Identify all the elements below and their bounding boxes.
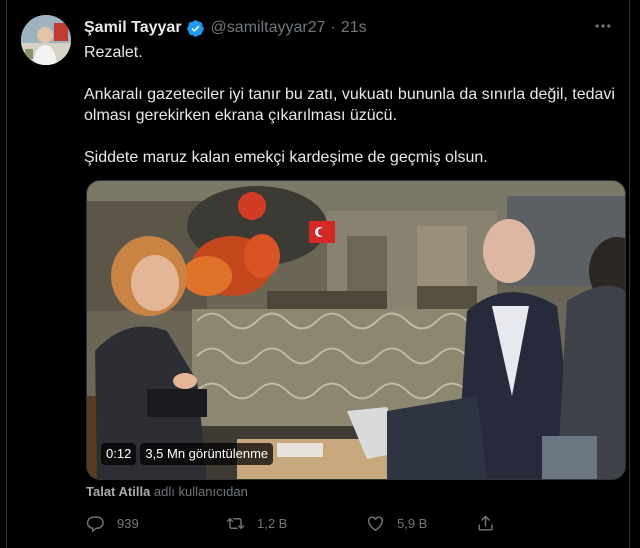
retweet-count: 1,2 B (257, 515, 288, 531)
video-player[interactable]: 0:12 3,5 Mn görüntülenme (86, 180, 626, 480)
video-duration: 0:12 (101, 443, 137, 465)
tweet-actions: 939 1,2 B 5,9 B (86, 511, 556, 535)
reply-icon (86, 515, 104, 532)
tweet-line: Rezalet. (84, 44, 143, 61)
tweet-line: Ankaralı gazeteciler iyi tanır bu zatı, … (84, 86, 615, 124)
more-options-glyph (595, 24, 611, 28)
retweet-icon (226, 517, 245, 529)
separator-dot: · (330, 19, 336, 36)
attribution-suffix: adlı kullanıcıdan (153, 484, 248, 499)
video-frame (87, 181, 625, 479)
verified-badge-icon (186, 19, 204, 37)
retweet-button[interactable]: 1,2 B (226, 514, 366, 533)
like-count: 5,9 B (397, 515, 428, 531)
media-attribution: Talat Atilla adlı kullanıcıdan (86, 484, 248, 499)
avatar[interactable] (21, 15, 71, 65)
tweet-card[interactable]: Şamil Tayyar @samiltayyar27 · 21s Rezale… (6, 0, 630, 548)
attribution-user[interactable]: Talat Atilla (86, 484, 150, 499)
like-icon (368, 515, 383, 531)
avatar-photo (21, 15, 71, 65)
tweet-timestamp[interactable]: 21s (341, 19, 367, 37)
tweet-text: Rezalet. Ankaralı gazeteciler iyi tanır … (84, 42, 619, 168)
share-icon (478, 515, 493, 531)
reply-button[interactable]: 939 (86, 514, 226, 533)
video-views: 3,5 Mn görüntülenme (140, 443, 274, 465)
author-name[interactable]: Şamil Tayyar (84, 19, 182, 37)
ellipsis-icon[interactable] (591, 16, 615, 40)
tweet-line: Şiddete maruz kalan emekçi kardeşime de … (84, 149, 488, 166)
tweet-header: Şamil Tayyar @samiltayyar27 · 21s (84, 17, 367, 39)
video-stats: 0:12 3,5 Mn görüntülenme (101, 443, 274, 465)
reply-count: 939 (117, 515, 139, 531)
share-button[interactable] (476, 514, 507, 533)
author-handle[interactable]: @samiltayyar27 (211, 19, 326, 37)
